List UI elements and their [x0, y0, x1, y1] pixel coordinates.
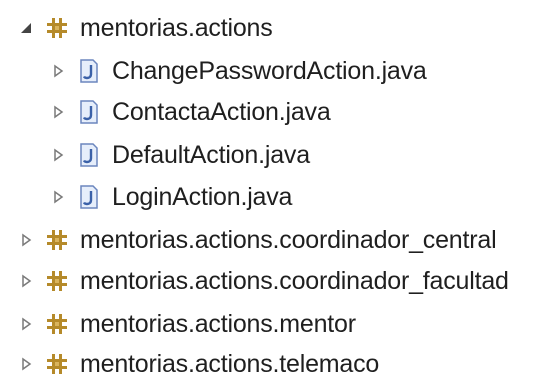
tree-item-defaultaction-java[interactable]: DefaultAction.java — [50, 135, 310, 175]
tree-item-contactaaction-java[interactable]: ContactaAction.java — [50, 92, 331, 132]
tree-item-mentorias-actions-mentor[interactable]: mentorias.actions.mentor — [18, 304, 356, 344]
tree-item-label: mentorias.actions.coordinador_central — [80, 225, 497, 254]
tree-item-changepasswordaction-java[interactable]: ChangePasswordAction.java — [50, 51, 427, 91]
tree-item-label: ChangePasswordAction.java — [112, 56, 427, 85]
tree-item-label: mentorias.actions.mentor — [80, 309, 356, 338]
collapsed-triangle-icon[interactable] — [18, 273, 34, 289]
collapsed-triangle-icon[interactable] — [18, 316, 34, 332]
tree-item-mentorias-actions-coordinador-central[interactable]: mentorias.actions.coordinador_central — [18, 220, 497, 260]
package-icon — [44, 311, 70, 337]
tree-item-label: mentorias.actions — [80, 13, 273, 42]
collapsed-triangle-icon[interactable] — [50, 63, 66, 79]
collapsed-triangle-icon[interactable] — [18, 232, 34, 248]
package-icon — [44, 351, 70, 377]
java-file-icon — [76, 142, 102, 168]
tree-item-label: LoginAction.java — [112, 182, 293, 211]
tree-item-label: mentorias.actions.telemaco — [80, 349, 380, 378]
java-file-icon — [76, 58, 102, 84]
tree-item-loginaction-java[interactable]: LoginAction.java — [50, 177, 292, 217]
tree-item-label: ContactaAction.java — [112, 97, 331, 126]
package-icon — [44, 15, 70, 41]
java-file-icon — [76, 184, 102, 210]
tree-item-label: mentorias.actions.coordinador_facultad — [80, 266, 509, 295]
collapsed-triangle-icon[interactable] — [50, 104, 66, 120]
tree-item-mentorias-actions-coordinador-facultad[interactable]: mentorias.actions.coordinador_facultad — [18, 261, 509, 301]
expanded-triangle-icon[interactable] — [18, 20, 34, 36]
java-file-icon — [76, 99, 102, 125]
collapsed-triangle-icon[interactable] — [50, 189, 66, 205]
collapsed-triangle-icon[interactable] — [18, 356, 34, 372]
package-icon — [44, 227, 70, 253]
package-explorer-tree: mentorias.actions ChangePasswordAction.j… — [0, 0, 560, 378]
collapsed-triangle-icon[interactable] — [50, 147, 66, 163]
tree-item-mentorias-actions-telemaco[interactable]: mentorias.actions.telemaco — [18, 344, 379, 384]
package-icon — [44, 268, 70, 294]
tree-item-mentorias-actions[interactable]: mentorias.actions — [18, 8, 273, 48]
tree-item-label: DefaultAction.java — [112, 140, 310, 169]
